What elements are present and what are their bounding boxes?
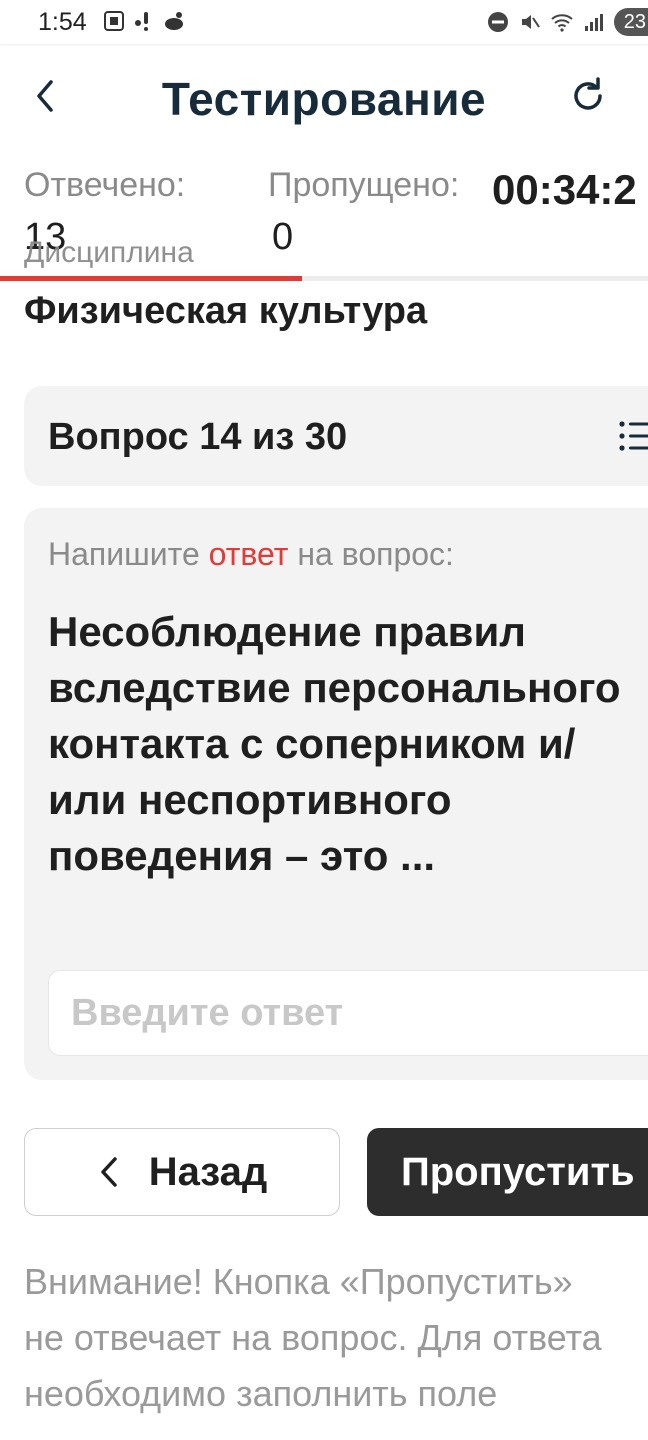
answer-input[interactable] <box>48 970 648 1056</box>
cellular-signal-icon <box>585 14 603 31</box>
skip-button[interactable]: Пропустить <box>367 1128 648 1216</box>
chevron-left-icon <box>100 1157 117 1187</box>
progress-fill <box>0 276 303 281</box>
screenshot-icon <box>104 11 124 31</box>
timer: 00:34:2 <box>492 166 637 213</box>
status-right-icons: 23 <box>486 8 648 36</box>
signal-dots-icon <box>135 12 148 31</box>
screen: 1:54 23 Тестирование Отвечено: 13 Пропущ… <box>0 0 648 1440</box>
battery-icon: 23 <box>614 8 648 36</box>
skip-warning: Внимание! Кнопка «Пропустить» не отвечае… <box>24 1261 602 1414</box>
skipped-count: 0 <box>272 216 294 258</box>
answer-hint: Напишите ответ на вопрос: <box>48 536 454 573</box>
status-time: 1:54 <box>38 8 87 36</box>
answered-label: Отвечено: <box>24 166 186 204</box>
question-list-button[interactable] <box>618 416 648 456</box>
refresh-icon <box>574 77 602 110</box>
page-title: Тестирование <box>161 73 487 125</box>
hint-text: Напишите <box>48 536 200 572</box>
hint-accent: ответ <box>208 536 289 572</box>
question-card: Напишите ответ на вопрос: Несоблюдение п… <box>24 508 648 1080</box>
skipped-label: Пропущено: <box>268 166 460 204</box>
app-header: Тестирование <box>0 60 648 140</box>
hint-text-end: на вопрос: <box>297 536 454 572</box>
do-not-disturb-icon <box>488 12 508 32</box>
back-button[interactable]: Назад <box>24 1128 340 1216</box>
discipline-label: Дисциплина <box>24 236 194 269</box>
discipline-value: Физическая культура <box>24 290 428 332</box>
status-left-icons <box>102 9 186 33</box>
list-icon <box>619 421 648 451</box>
question-counter-card: Вопрос 14 из 30 <box>24 386 648 486</box>
skip-button-label: Пропустить <box>401 1149 635 1194</box>
wifi-icon <box>551 14 573 32</box>
back-button-label: Назад <box>148 1149 268 1194</box>
status-bar: 1:54 23 <box>0 0 648 44</box>
mute-icon <box>522 15 540 29</box>
progress-bar <box>0 276 648 281</box>
refresh-button[interactable] <box>566 74 610 118</box>
question-text: Несоблюдение правил вследствие персональ… <box>48 608 621 879</box>
notification-app-icon <box>165 12 183 30</box>
question-counter: Вопрос 14 из 30 <box>48 416 348 458</box>
